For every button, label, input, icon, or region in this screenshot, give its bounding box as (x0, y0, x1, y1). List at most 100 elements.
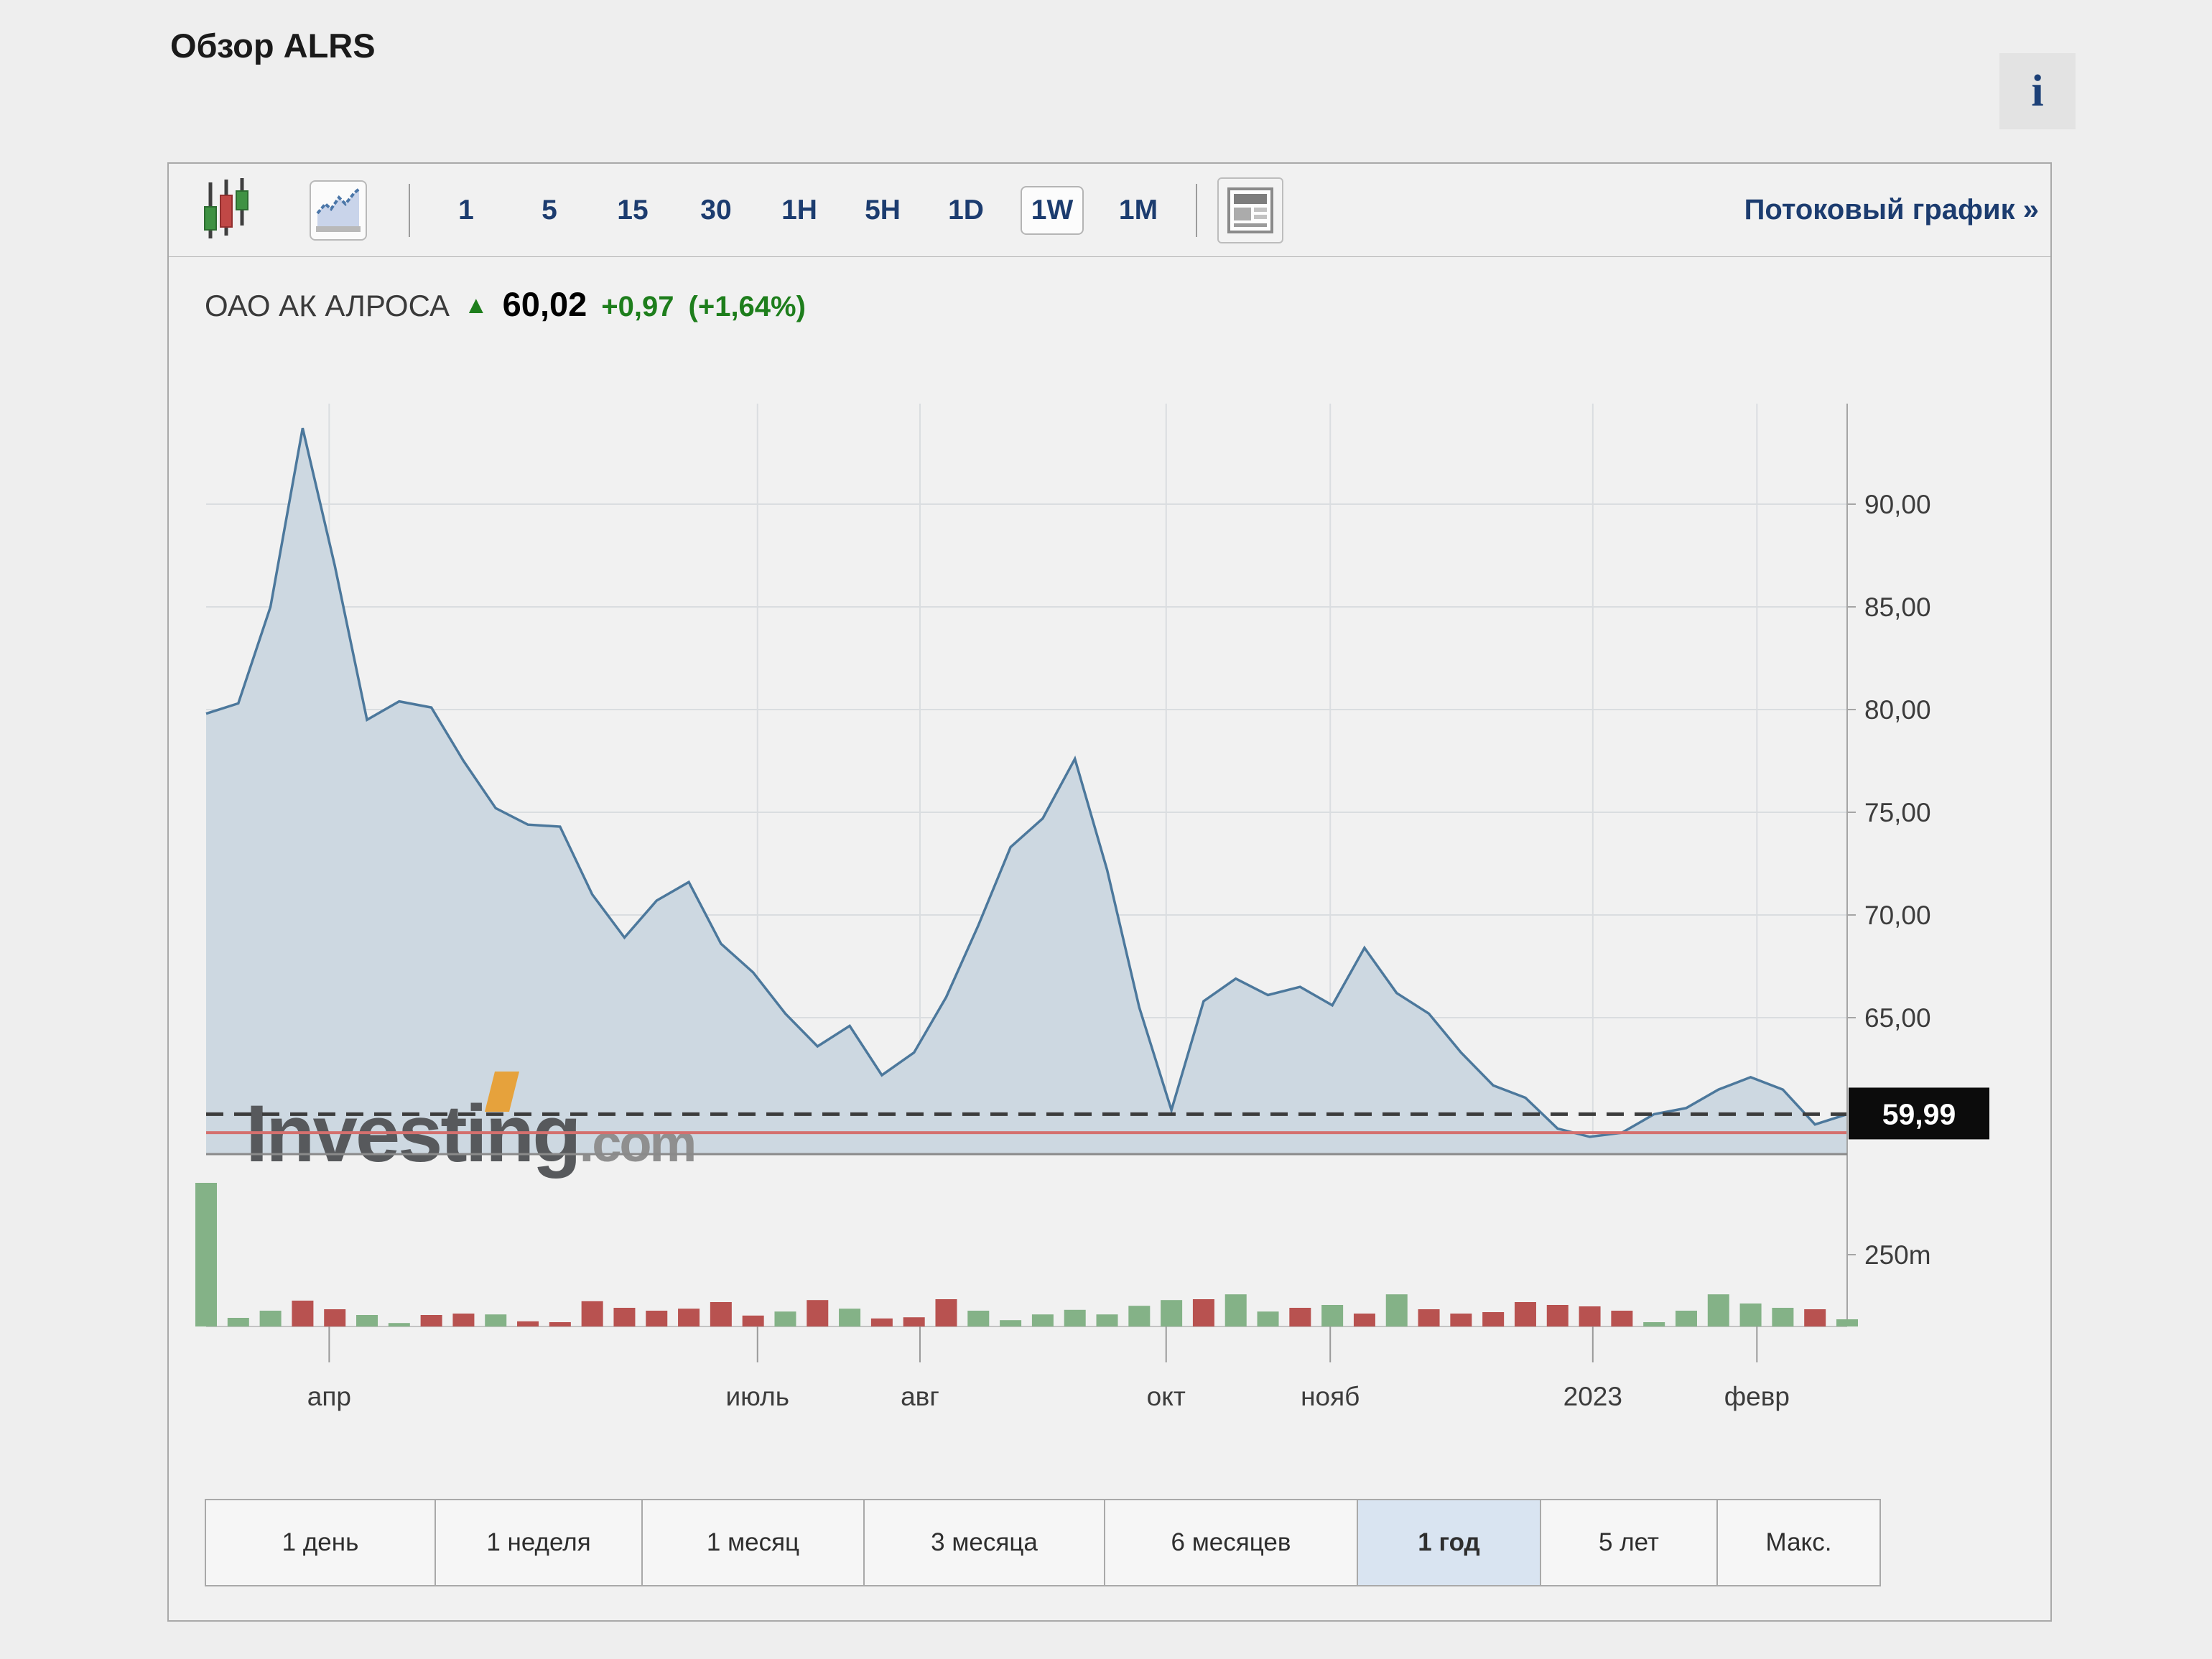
volume-bar (1708, 1294, 1729, 1326)
volume-bar (1772, 1308, 1793, 1326)
info-icon: i (2031, 66, 2043, 117)
volume-bar (839, 1309, 860, 1326)
timeframe-button-1M[interactable]: 1M (1110, 187, 1167, 233)
volume-axis-label: 250m (1864, 1240, 1931, 1270)
volume-bar (292, 1301, 313, 1326)
last-price-tag-label: 59,99 (1882, 1097, 1956, 1130)
volume-bar (1611, 1311, 1632, 1326)
volume-bar (967, 1311, 989, 1326)
timeframe-button-5[interactable]: 5 (521, 187, 578, 233)
range-button-4[interactable]: 3 месяца (863, 1499, 1105, 1586)
x-axis-label: нояб (1301, 1382, 1360, 1411)
volume-bar (228, 1318, 249, 1326)
candlestick-chart-icon[interactable] (203, 178, 249, 243)
y-axis-label: 70,00 (1864, 901, 1931, 930)
range-button-3[interactable]: 1 месяц (641, 1499, 865, 1586)
volume-bar (485, 1314, 506, 1326)
area-chart-icon (314, 185, 363, 236)
volume-bar (324, 1309, 345, 1326)
timeframe-list: 15 15 30 1H 5H 1D 1W 1M (437, 186, 1167, 235)
volume-bar (1097, 1314, 1118, 1326)
volume-bar (1836, 1319, 1858, 1326)
volume-bar (1193, 1299, 1214, 1326)
toolbar-divider (409, 184, 410, 237)
y-axis-label: 75,00 (1864, 798, 1931, 827)
volume-bar (356, 1315, 378, 1326)
streaming-chart-link[interactable]: Потоковый график » (1744, 194, 2039, 226)
volume-bar (1128, 1306, 1150, 1326)
volume-bar (807, 1300, 828, 1326)
range-button-1[interactable]: 1 день (205, 1499, 436, 1586)
volume-bar (903, 1317, 925, 1326)
y-axis-label: 65,00 (1864, 1003, 1931, 1033)
volume-bar (1386, 1294, 1408, 1326)
volume-bar (1547, 1305, 1569, 1326)
timeframe-button-1H[interactable]: 1H (771, 187, 828, 233)
range-button-8[interactable]: Макс. (1716, 1499, 1881, 1586)
chart-canvas[interactable]: Investing.com90,0085,0080,0075,0070,0065… (170, 382, 2052, 1449)
price-change: +0,97 (601, 291, 674, 323)
volume-bar (710, 1302, 732, 1326)
price-area-fill (206, 428, 1847, 1154)
stock-overview-widget: Обзор ALRS i 15 15 30 1H 5H 1D 1W 1M (0, 0, 2212, 1659)
news-view-button[interactable] (1217, 177, 1283, 243)
x-axis-label: июль (726, 1382, 789, 1411)
volume-bar (421, 1315, 442, 1326)
volume-bar (1225, 1294, 1247, 1326)
volume-bar (582, 1301, 603, 1326)
range-button-6[interactable]: 1 год (1357, 1499, 1541, 1586)
quote-row: ОАО АК АЛРОСА ▲ 60,02 +0,97 (+1,64%) (205, 284, 806, 324)
volume-bar (1000, 1320, 1021, 1326)
info-button[interactable]: i (1999, 53, 2076, 129)
range-button-row: 1 день1 неделя1 месяц3 месяца6 месяцев1 … (205, 1499, 1881, 1586)
timeframe-button-1D[interactable]: 1D (937, 187, 995, 233)
volume-bar (1258, 1311, 1279, 1326)
volume-bar (1032, 1314, 1054, 1326)
volume-bar (1450, 1314, 1472, 1326)
timeframe-button-30[interactable]: 30 (687, 187, 745, 233)
volume-bar (1740, 1304, 1762, 1326)
x-axis-label: февр (1724, 1382, 1790, 1411)
volume-bar (260, 1311, 282, 1326)
timeframe-button-1W[interactable]: 1W (1021, 186, 1084, 235)
chart-toolbar: 15 15 30 1H 5H 1D 1W 1M Потоковый график » (169, 164, 2050, 257)
x-axis-label: окт (1147, 1382, 1186, 1411)
timeframe-button-15[interactable]: 15 (604, 187, 661, 233)
price-change-percent: (+1,64%) (689, 291, 806, 323)
area-chart-type-button[interactable] (310, 180, 367, 241)
x-axis-label: 2023 (1563, 1382, 1622, 1411)
volume-bar (613, 1308, 635, 1326)
volume-bar (1579, 1306, 1601, 1326)
range-button-7[interactable]: 5 лет (1540, 1499, 1718, 1586)
volume-bar (195, 1183, 217, 1326)
volume-bar (1643, 1322, 1665, 1326)
timeframe-button-1[interactable]: 1 (437, 187, 495, 233)
volume-bar (1482, 1312, 1504, 1326)
y-axis-label: 80,00 (1864, 695, 1931, 725)
volume-bar (935, 1299, 957, 1326)
volume-bar (774, 1311, 796, 1326)
timeframe-button-5H[interactable]: 5H (854, 187, 911, 233)
volume-bar (646, 1311, 667, 1326)
page-title: Обзор ALRS (170, 26, 376, 65)
volume-bar (517, 1321, 539, 1326)
volume-bar (1804, 1309, 1826, 1326)
range-button-2[interactable]: 1 неделя (434, 1499, 643, 1586)
range-button-5[interactable]: 6 месяцев (1104, 1499, 1358, 1586)
volume-bar (1354, 1314, 1375, 1326)
chart-panel: 15 15 30 1H 5H 1D 1W 1M Потоковый график » ОАО … (167, 162, 2052, 1622)
volume-bar (678, 1309, 700, 1326)
volume-bar (1289, 1308, 1311, 1326)
volume-bar (1321, 1305, 1343, 1326)
instrument-name: ОАО АК АЛРОСА (205, 289, 450, 323)
price-chart-svg[interactable]: Investing.com90,0085,0080,0075,0070,0065… (170, 382, 2052, 1445)
volume-bar (1418, 1309, 1440, 1326)
volume-bar (871, 1319, 893, 1326)
volume-bar (1064, 1310, 1086, 1326)
y-axis-label: 90,00 (1864, 490, 1931, 519)
x-axis-label: апр (307, 1382, 351, 1411)
volume-bar (1676, 1311, 1697, 1326)
y-axis-label: 85,00 (1864, 592, 1931, 622)
news-layout-icon (1227, 187, 1273, 233)
last-price: 60,02 (503, 284, 587, 324)
